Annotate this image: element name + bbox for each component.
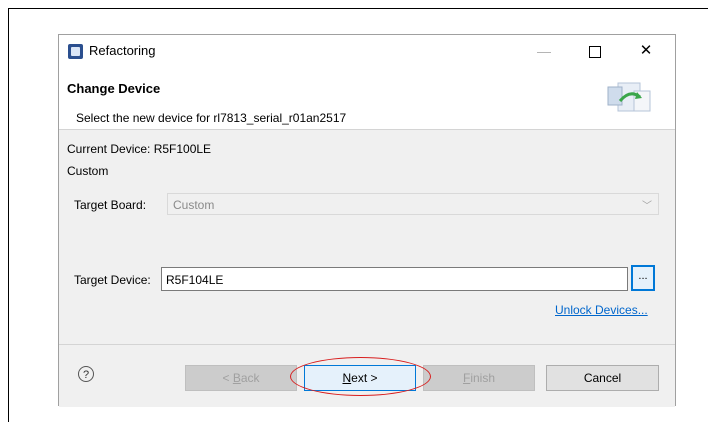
cancel-button[interactable]: Cancel: [546, 365, 659, 391]
next-rest: ext >: [351, 371, 378, 385]
window-title: Refactoring: [89, 43, 156, 58]
next-mnemonic: N: [342, 371, 352, 385]
page-frame-left: [8, 8, 9, 422]
target-device-value: R5F104LE: [166, 273, 224, 287]
finish-button[interactable]: Finish: [423, 365, 535, 391]
target-board-value: Custom: [173, 198, 215, 212]
browse-device-button[interactable]: ...: [631, 265, 655, 291]
page-title: Change Device: [67, 81, 161, 96]
target-device-label: Target Device:: [74, 273, 151, 287]
back-button[interactable]: < Back: [185, 365, 297, 391]
unlock-devices-link[interactable]: Unlock Devices...: [555, 303, 648, 317]
app-icon: [68, 44, 83, 59]
wizard-content: Current Device: R5F100LE Custom Target B…: [59, 129, 675, 345]
wizard-footer: ? < Back Next > Finish Cancel: [59, 344, 675, 407]
back-mnemonic: B: [232, 371, 241, 385]
target-device-input[interactable]: R5F104LE: [161, 267, 628, 291]
current-device-label: Current Device: R5F100LE: [67, 142, 212, 156]
help-icon[interactable]: ?: [78, 366, 94, 382]
maximize-button[interactable]: [575, 39, 615, 63]
page-frame-top: [8, 8, 708, 9]
maximize-icon: [589, 46, 601, 59]
current-board-label: Custom: [67, 164, 109, 178]
close-button[interactable]: ✕: [626, 39, 666, 63]
chevron-down-icon: ﹀: [642, 201, 652, 212]
title-bar[interactable]: Refactoring — ✕: [59, 35, 675, 67]
back-prefix: <: [222, 371, 233, 385]
wizard-banner-icon: [607, 82, 651, 112]
target-board-label: Target Board:: [74, 198, 147, 212]
next-button[interactable]: Next >: [304, 365, 416, 391]
target-board-select[interactable]: Custom ﹀: [167, 193, 659, 215]
refactoring-dialog: Refactoring — ✕ Change Device Select the…: [58, 34, 676, 407]
page-description: Select the new device for rl7813_serial_…: [76, 111, 347, 125]
finish-rest: inish: [470, 371, 496, 385]
minimize-button[interactable]: —: [524, 39, 564, 63]
back-rest: ack: [240, 371, 260, 385]
wizard-header: Change Device Select the new device for …: [59, 67, 675, 129]
